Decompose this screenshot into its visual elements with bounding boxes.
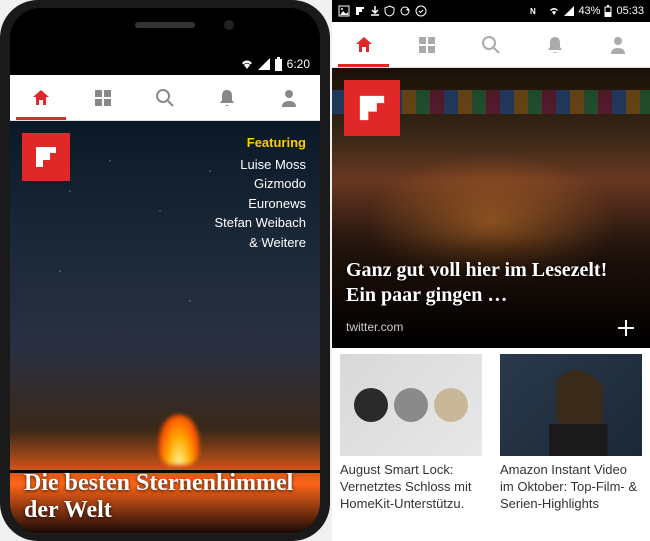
status-bar-right: N 43% 05:33 [332, 0, 650, 22]
hero-title: Ganz gut voll hier im Lesezelt! Ein paar… [346, 258, 610, 308]
phone-right: N 43% 05:33 Ganz gut voll hier im Leseze… [332, 0, 650, 541]
featuring-list: Featuring Luise Moss Gizmodo Euronews St… [214, 133, 306, 252]
nav-notifications[interactable] [523, 22, 587, 67]
flipboard-logo [22, 133, 70, 181]
hero-title: Die besten Sternenhimmel der Welt [24, 470, 306, 525]
hero-cover-left[interactable]: Featuring Luise Moss Gizmodo Euronews St… [10, 121, 320, 533]
lock-device [394, 388, 428, 422]
status-bar: 6:20 [10, 53, 320, 75]
sync-icon [399, 5, 411, 17]
battery-pct: 43% [578, 5, 600, 17]
campfire [159, 415, 199, 465]
lock-device [434, 388, 468, 422]
home-icon [354, 35, 374, 55]
download-icon [370, 5, 380, 17]
home-icon [31, 88, 51, 108]
nav-search[interactable] [134, 75, 196, 120]
nav-home[interactable] [10, 75, 72, 120]
status-right: N 43% 05:33 [530, 5, 644, 17]
featuring-item: & Weitere [214, 233, 306, 253]
lock-device [354, 388, 388, 422]
flipboard-f-icon [32, 143, 60, 171]
badge-icon [415, 5, 427, 17]
featuring-item: Gizmodo [214, 174, 306, 194]
card-1-image [340, 354, 482, 456]
status-left-icons [338, 5, 427, 17]
hero-source: twitter.com [346, 320, 403, 334]
nav-profile[interactable] [586, 22, 650, 67]
phone-frame-left: 6:20 [0, 0, 330, 541]
card-2-title: Amazon Instant Video im Oktober: Top-Fil… [500, 462, 642, 513]
nav-notifications[interactable] [196, 75, 258, 120]
shield-icon [384, 5, 395, 17]
search-icon [155, 88, 175, 108]
nav-home[interactable] [332, 22, 396, 67]
card-1-title: August Smart Lock: Vernetztes Schloss mi… [340, 462, 482, 513]
nfc-icon: N [530, 6, 544, 16]
svg-text:N: N [530, 7, 536, 16]
hero-cover-right[interactable]: Ganz gut voll hier im Lesezelt! Ein paar… [332, 68, 650, 348]
nav-tiles[interactable] [72, 75, 134, 120]
phone-speaker [135, 22, 195, 28]
featuring-label: Featuring [214, 133, 306, 153]
tiles-icon [418, 36, 436, 54]
profile-icon [609, 35, 627, 55]
battery-icon [604, 5, 612, 17]
signal-icon [258, 58, 270, 70]
screen-left: 6:20 [10, 53, 320, 533]
tiles-icon [94, 89, 112, 107]
status-time: 05:33 [616, 5, 644, 17]
nav-search[interactable] [459, 22, 523, 67]
featuring-item: Euronews [214, 194, 306, 214]
flipboard-f-icon [355, 91, 389, 125]
character-image [500, 354, 642, 456]
flipboard-status-icon [354, 5, 366, 17]
featuring-item: Stefan Weibach [214, 213, 306, 233]
card-1[interactable]: August Smart Lock: Vernetztes Schloss mi… [332, 348, 490, 513]
status-time: 6:20 [287, 57, 310, 71]
bell-icon [218, 88, 236, 108]
wifi-icon [548, 6, 560, 16]
card-2-image [500, 354, 642, 456]
profile-icon [280, 88, 298, 108]
add-button[interactable] [616, 318, 636, 338]
nav-tiles[interactable] [396, 22, 460, 67]
nav-bar [10, 75, 320, 121]
battery-icon [274, 57, 283, 71]
bell-icon [546, 35, 564, 55]
cards-row: August Smart Lock: Vernetztes Schloss mi… [332, 348, 650, 513]
signal-icon [564, 6, 574, 16]
card-2[interactable]: Amazon Instant Video im Oktober: Top-Fil… [492, 348, 650, 513]
wifi-icon [240, 58, 254, 70]
phone-inner: 6:20 [10, 8, 320, 533]
image-icon [338, 5, 350, 17]
flipboard-logo [344, 80, 400, 136]
nav-bar-right [332, 22, 650, 68]
featuring-item: Luise Moss [214, 155, 306, 175]
plus-icon [616, 318, 636, 338]
search-icon [481, 35, 501, 55]
nav-profile[interactable] [258, 75, 320, 120]
